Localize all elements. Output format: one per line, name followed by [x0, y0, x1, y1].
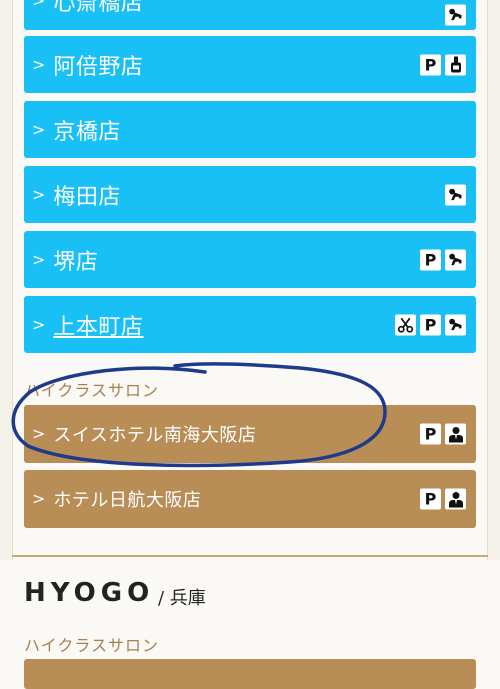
chevron-right-icon: > [32, 54, 46, 74]
left-border [0, 0, 13, 560]
section-divider [12, 555, 488, 557]
store-button-hotel-nikko[interactable]: > ホテル日航大阪店 P [24, 470, 476, 528]
right-border [487, 0, 500, 560]
parking-icon: P [420, 249, 441, 270]
store-button-sakai[interactable]: > 堺店 P [24, 231, 476, 288]
store-button-shinsaibashi[interactable]: > 心斎橋店 [24, 0, 476, 30]
store-button-abeno[interactable]: > 阿倍野店 P [24, 36, 476, 93]
store-name: 京橋店 [53, 119, 121, 145]
parking-icon: P [420, 488, 441, 510]
region-subtitle: / 兵庫 [158, 588, 206, 609]
chevron-right-icon: > [32, 119, 46, 139]
chevron-right-icon: > [32, 489, 46, 508]
store-name: 阿倍野店 [53, 54, 144, 80]
parking-icon: P [420, 423, 441, 445]
store-button-kyobashi[interactable]: > 京橋店 [24, 101, 476, 158]
chevron-right-icon: > [32, 314, 46, 334]
chevron-right-icon: > [32, 0, 46, 10]
baby-icon [445, 314, 466, 335]
scissors-icon [395, 314, 416, 335]
store-name: 梅田店 [53, 184, 121, 210]
store-button-hyogo-partial[interactable] [24, 659, 476, 689]
chevron-right-icon: > [32, 424, 46, 443]
baby-icon [445, 184, 466, 205]
staff-icon [445, 423, 466, 445]
baby-icon [445, 4, 466, 26]
store-button-uehonmachi[interactable]: > 上本町店 P [24, 296, 476, 353]
store-name: 心斎橋店 [53, 0, 144, 16]
chevron-right-icon: > [32, 184, 46, 204]
chevron-right-icon: > [32, 249, 46, 269]
store-name: スイスホテル南海大阪店 [53, 425, 257, 446]
nail-polish-icon [445, 54, 466, 75]
high-class-section-label: ハイクラスサロン [24, 381, 160, 400]
staff-icon [445, 488, 466, 510]
store-button-swissotel-nankai[interactable]: > スイスホテル南海大阪店 P [24, 405, 476, 463]
store-name: ホテル日航大阪店 [53, 490, 202, 511]
hyogo-high-class-section-label: ハイクラスサロン [24, 636, 160, 655]
parking-icon: P [420, 314, 441, 335]
store-name: 上本町店 [53, 314, 144, 340]
parking-icon: P [420, 54, 441, 75]
baby-icon [445, 249, 466, 270]
region-title: HYOGO [24, 578, 155, 608]
store-name: 堺店 [53, 249, 99, 275]
store-button-umeda[interactable]: > 梅田店 [24, 166, 476, 223]
store-list-page: > 心斎橋店 > 阿倍野店 P > 京橋店 > 梅田店 > 堺店 P > 上本町… [0, 0, 500, 689]
